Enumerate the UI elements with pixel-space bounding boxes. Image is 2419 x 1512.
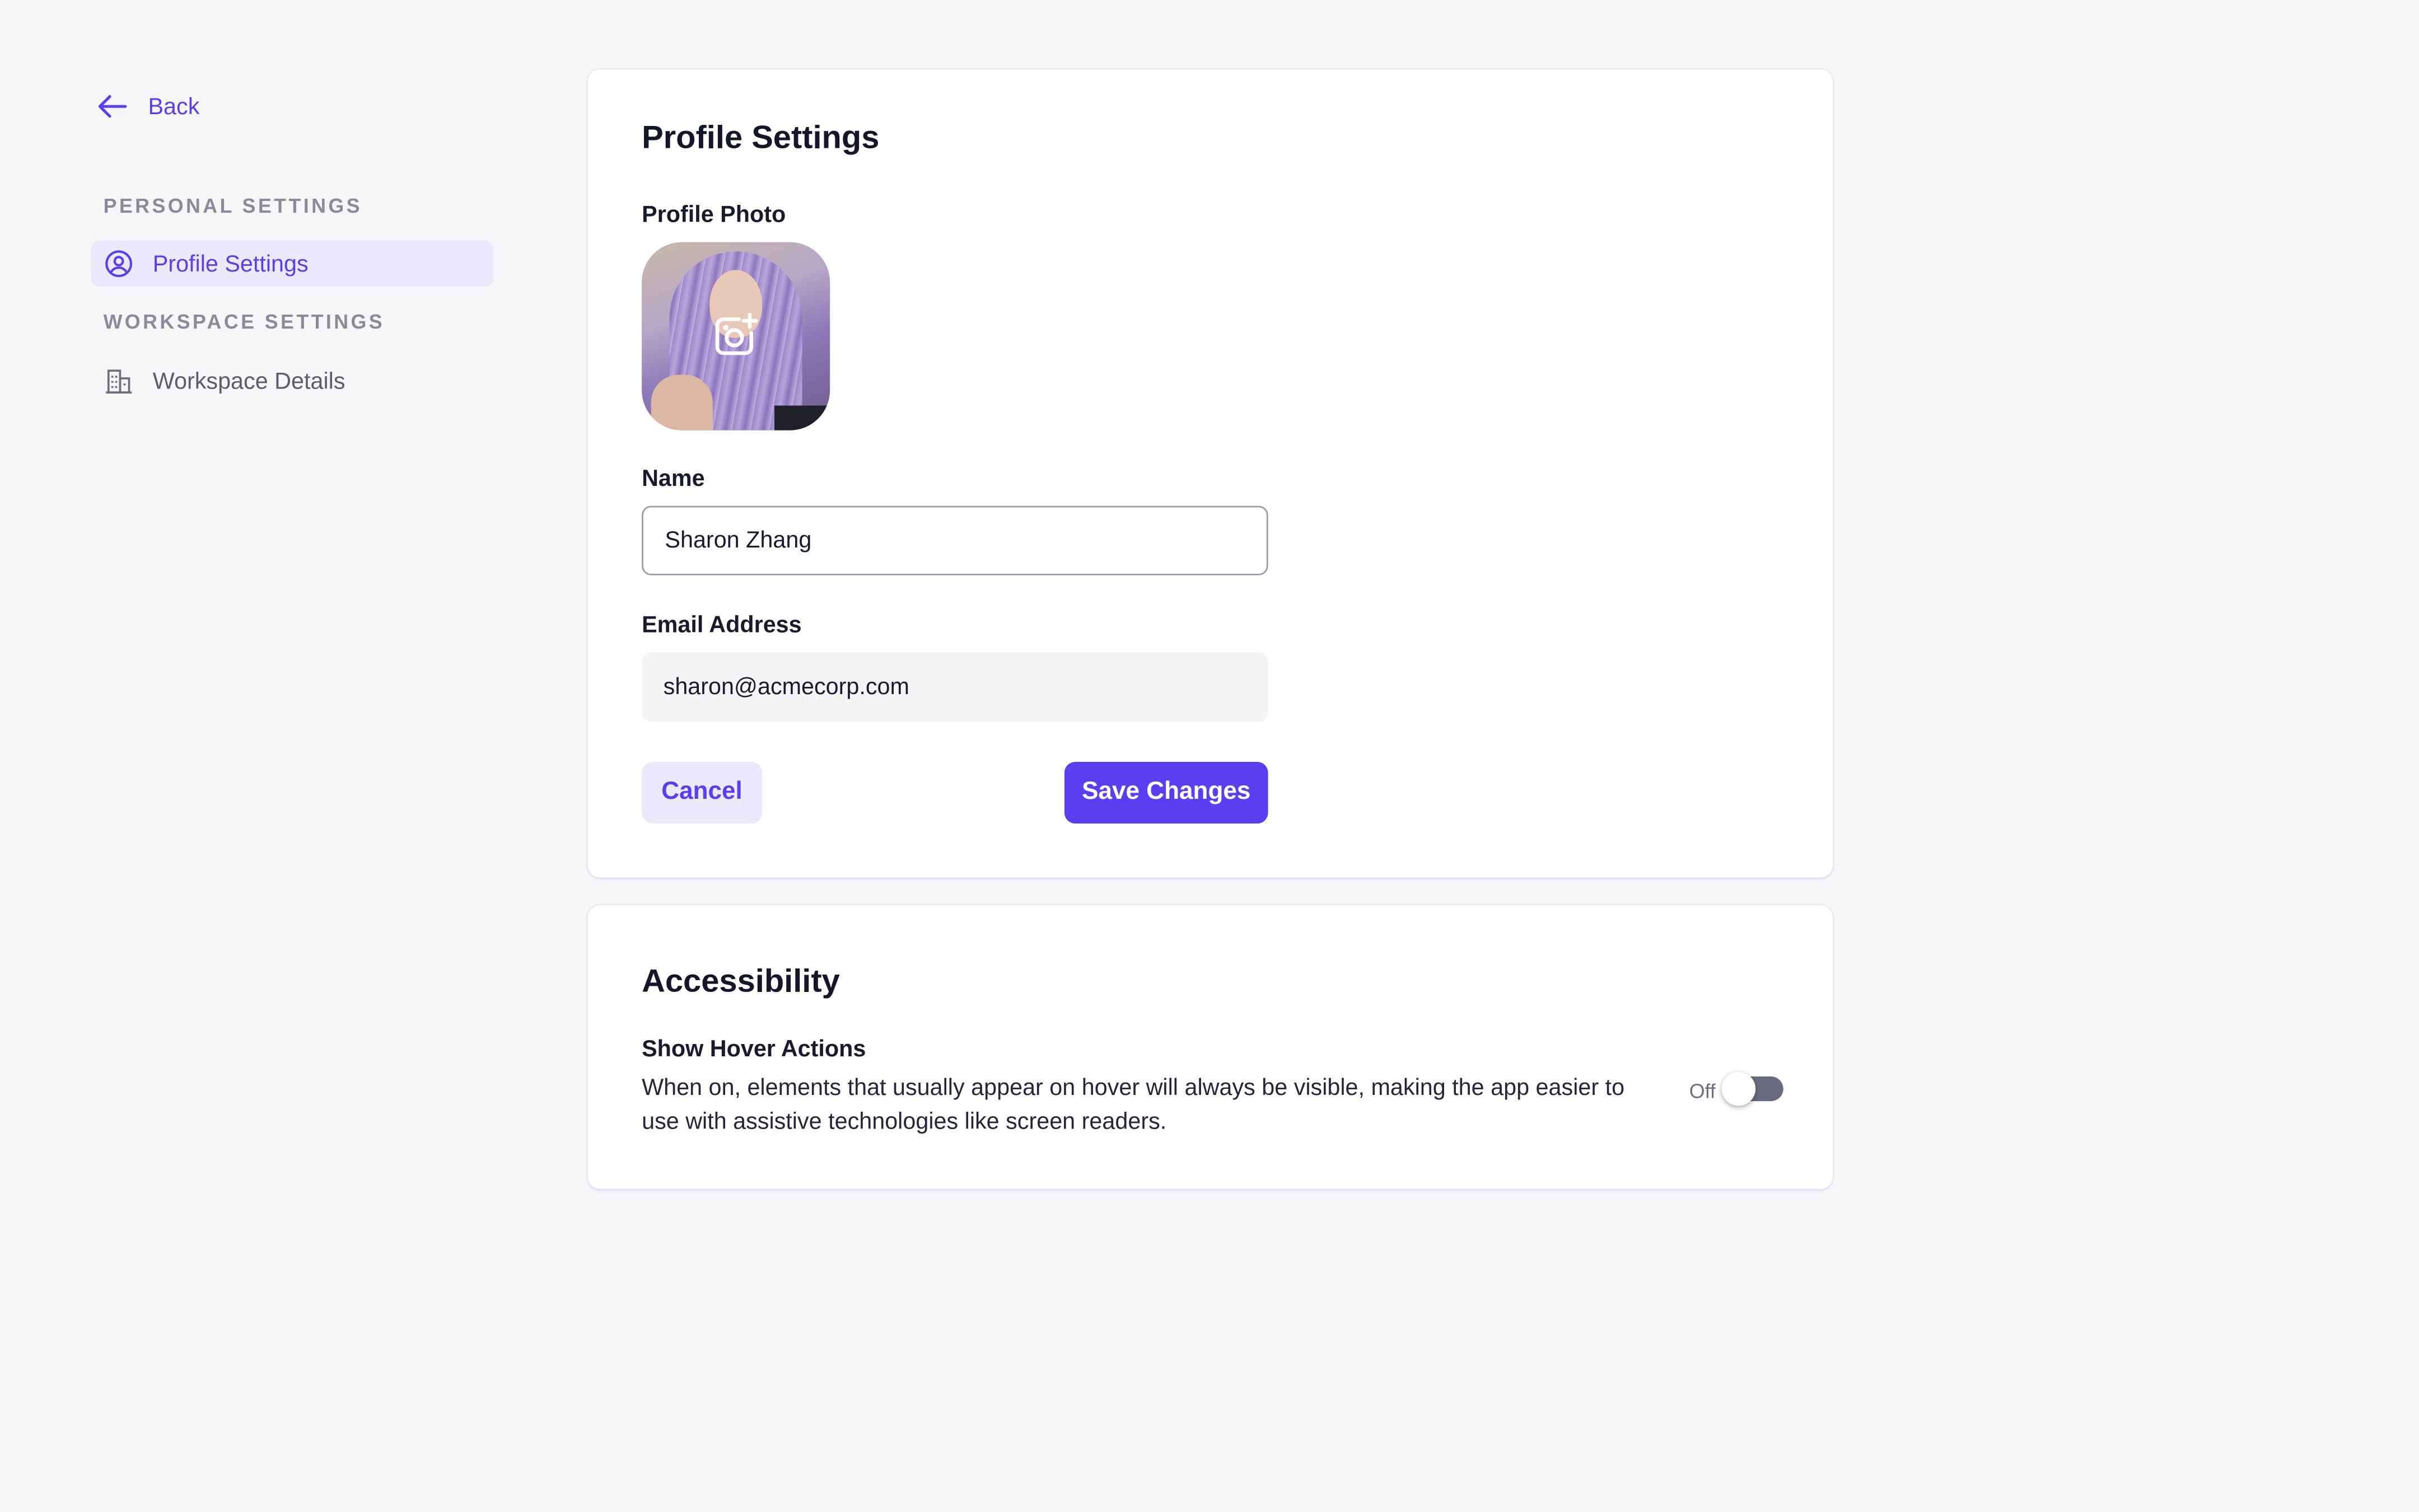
back-link[interactable]: Back xyxy=(96,90,200,124)
profile-photo-label: Profile Photo xyxy=(642,202,786,228)
profile-settings-card: Profile Settings Profile Photo Name Shar… xyxy=(587,69,1833,878)
toggle-knob xyxy=(1721,1071,1756,1106)
toggle-switch[interactable] xyxy=(1721,1071,1784,1106)
email-label: Email Address xyxy=(642,612,802,639)
name-input[interactable]: Sharon Zhang xyxy=(642,505,1268,575)
workspace-settings-heading: WORKSPACE SETTINGS xyxy=(103,310,385,334)
toggle-state-label: Off xyxy=(1689,1079,1716,1102)
back-label: Back xyxy=(148,93,200,120)
building-icon xyxy=(106,369,132,394)
sidebar-item-label: Profile Settings xyxy=(152,250,309,277)
accessibility-title: Accessibility xyxy=(642,963,840,1000)
sidebar-item-profile-settings[interactable]: Profile Settings xyxy=(91,240,494,287)
name-label: Name xyxy=(642,466,705,492)
email-field: sharon@acmecorp.com xyxy=(642,652,1268,722)
arrow-left-icon xyxy=(98,95,127,118)
sidebar-item-label: Workspace Details xyxy=(152,368,345,394)
cancel-button[interactable]: Cancel xyxy=(642,761,762,824)
sidebar-item-workspace-details[interactable]: Workspace Details xyxy=(91,358,494,404)
personal-settings-heading: PERSONAL SETTINGS xyxy=(103,194,362,218)
accessibility-card: Accessibility Show Hover Actions When on… xyxy=(587,905,1833,1190)
user-circle-icon xyxy=(105,250,133,277)
camera-plus-icon xyxy=(715,312,758,355)
settings-page: Back PERSONAL SETTINGS Profile Settings … xyxy=(0,0,2419,1511)
show-hover-actions-toggle[interactable]: Off xyxy=(1689,1071,1784,1106)
profile-settings-title: Profile Settings xyxy=(642,120,880,156)
save-changes-button[interactable]: Save Changes xyxy=(1064,761,1268,824)
show-hover-actions-label: Show Hover Actions xyxy=(642,1036,866,1063)
show-hover-actions-description: When on, elements that usually appear on… xyxy=(642,1075,1625,1135)
profile-photo[interactable] xyxy=(642,242,830,430)
